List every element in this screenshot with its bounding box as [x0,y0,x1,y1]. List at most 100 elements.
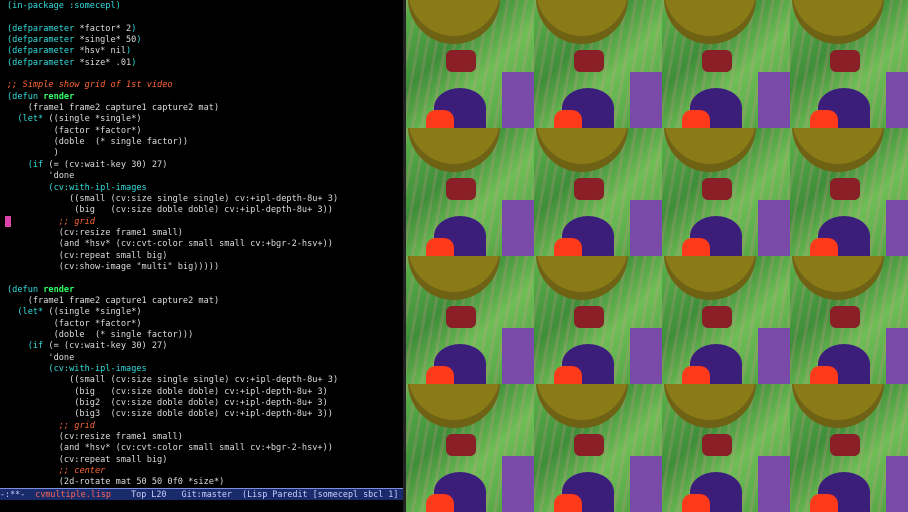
code-line[interactable]: (defun render [7,92,403,103]
code-line[interactable]: (big (cv:size doble doble) cv:+ipl-depth… [7,387,403,398]
code-token: *size* .01 [79,57,132,68]
code-line[interactable]: (doble (* single factor))) [7,330,403,341]
code-line[interactable]: (factor *factor*) [7,126,403,137]
tile-red [554,238,582,256]
code-line[interactable]: (in-package :somecepl) [7,1,403,12]
tile-red [426,494,454,512]
code-token: (cv:with-ipl-images [48,182,147,193]
code-line[interactable]: (and *hsv* (cv:cvt-color small small cv:… [7,239,403,250]
modeline-modes[interactable]: (Lisp Paredit [somecepl sbcl 1] adoc) [232,489,403,499]
code-line[interactable] [7,273,403,284]
code-line[interactable]: (defparameter *factor* 2) [7,24,403,35]
code-token: (doble (* single factor))) [7,329,194,340]
code-token: *factor* 2 [79,23,132,34]
code-line[interactable]: 'done [7,171,403,182]
code-token: (defparameter [7,35,80,46]
code-line[interactable]: (defun render [7,285,403,296]
tile-red [810,238,838,256]
code-line[interactable]: (if (= (cv:wait-key 30) 27) [7,341,403,352]
code-line[interactable]: (cv:show-image "multi" big))))) [7,262,403,273]
code-buffer[interactable]: (in-package :somecepl) (defparameter *fac… [7,1,403,489]
code-line[interactable]: (frame1 frame2 capture1 capture2 mat) [7,296,403,307]
code-token: ) [131,23,137,34]
tile-red [682,110,710,128]
modeline-buffer-name[interactable]: cvmultiple.lisp [35,489,111,499]
code-line[interactable]: ;; Simple show grid of 1st video [7,80,403,91]
tile-red [554,494,582,512]
code-line[interactable]: (cv:with-ipl-images [7,364,403,375]
code-token: *single* 50 [79,35,137,46]
tile-red [554,110,582,128]
code-token: (cv:resize frame1 small) [7,227,183,238]
tile-purple [502,456,534,512]
tile-purple [758,200,790,256]
video-tile [534,256,662,384]
code-token: (cv:with-ipl-images [48,364,147,374]
tile-red [426,110,454,128]
code-line[interactable] [7,12,403,23]
modeline-vc-branch[interactable]: Git:master [166,489,232,499]
code-token: (if [27,341,49,352]
code-line[interactable]: (defparameter *size* .01) [7,58,403,69]
code-line[interactable]: ((small (cv:size single single) cv:+ipl-… [7,194,403,205]
code-token: (let* [17,114,49,125]
tile-purple [886,72,908,128]
tile-purple [630,72,662,128]
code-token: (doble (* single factor)) [7,137,189,148]
video-tile [662,384,790,512]
code-line[interactable]: ;; center [7,466,403,477]
tile-purple [502,200,534,256]
code-line[interactable]: (frame1 frame2 capture1 capture2 mat) [7,103,403,114]
tile-basket [574,178,604,200]
code-line[interactable]: (cv:repeat small big) [7,455,403,466]
code-token: *hsv* nil [79,46,127,57]
tile-red [554,366,582,384]
tile-purple [502,328,534,384]
code-line[interactable]: (big2 (cv:size doble doble) cv:+ipl-dept… [7,398,403,409]
code-token: ) [126,46,132,57]
code-line[interactable]: (defparameter *single* 50) [7,35,403,46]
code-line[interactable]: (defparameter *hsv* nil) [7,46,403,57]
code-line[interactable]: ;; grid [7,217,403,228]
code-line[interactable]: (if (= (cv:wait-key 30) 27) [7,160,403,171]
code-line[interactable]: (big (cv:size doble doble) cv:+ipl-depth… [7,205,403,216]
code-line[interactable]: (let* ((single *single*) [7,114,403,125]
code-token: 'done [7,171,75,182]
editor-pane[interactable]: (in-package :somecepl) (defparameter *fac… [0,0,403,512]
code-line[interactable]: (let* ((single *single*) [7,307,403,318]
code-token: (defun [7,284,44,295]
code-token: ;; grid [58,216,95,227]
code-line[interactable]: ;; grid [7,421,403,432]
tile-purple [886,328,908,384]
tile-basket [702,50,732,72]
modeline-position: Top L20 [110,489,167,499]
code-token: (frame1 frame2 capture1 capture2 mat) [7,103,220,114]
tile-purple [758,456,790,512]
code-token: (cv:repeat small big) [7,250,168,261]
code-line[interactable]: 'done [7,353,403,364]
code-line[interactable]: (cv:resize frame1 small) [7,228,403,239]
code-line[interactable]: ((small (cv:size single single) cv:+ipl-… [7,375,403,386]
code-line[interactable]: (cv:resize frame1 small) [7,432,403,443]
code-line[interactable]: (cv:repeat small big) [7,251,403,262]
tile-red [682,366,710,384]
code-line[interactable] [7,69,403,80]
code-token: render [43,284,75,295]
minibuffer[interactable] [0,500,403,512]
tile-purple [630,200,662,256]
code-token: (if [27,159,49,170]
code-line[interactable]: (factor *factor*) [7,319,403,330]
code-line[interactable]: ) [7,148,403,159]
tile-red [810,110,838,128]
code-line[interactable]: (doble (* single factor)) [7,137,403,148]
code-line[interactable]: (and *hsv* (cv:cvt-color small small cv:… [7,443,403,454]
code-line[interactable]: (cv:with-ipl-images [7,183,403,194]
code-line[interactable]: (big3 (cv:size doble doble) cv:+ipl-dept… [7,409,403,420]
video-tile [406,256,534,384]
tile-purple [886,200,908,256]
